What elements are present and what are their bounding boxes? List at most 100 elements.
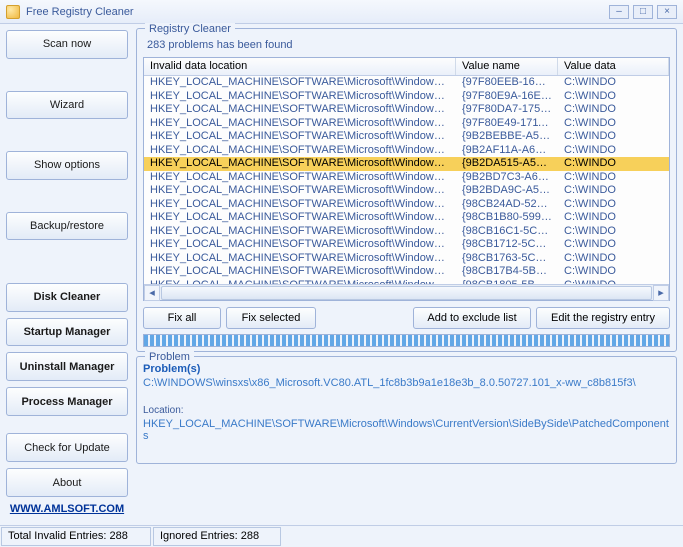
group-title: Registry Cleaner [145,23,235,35]
cell-valuename: {98CB16C1-5C55-D... [456,225,558,239]
edit-entry-button[interactable]: Edit the registry entry [536,307,670,329]
list-body[interactable]: HKEY_LOCAL_MACHINE\SOFTWARE\Microsoft\Wi… [144,76,669,284]
problem-group-title: Problem [145,351,194,363]
statusbar: Total Invalid Entries: 288 Ignored Entri… [0,525,683,547]
status-total: Total Invalid Entries: 288 [1,527,151,546]
cell-location: HKEY_LOCAL_MACHINE\SOFTWARE\Microsoft\Wi… [144,90,456,104]
cell-valuename: {98CB24AD-52FB-D... [456,198,558,212]
window-title: Free Registry Cleaner [26,6,605,18]
cell-valuedata: C:\WINDO [558,225,669,239]
cell-valuename: {98CB1712-5C31-D... [456,238,558,252]
cell-valuedata: C:\WINDO [558,211,669,225]
about-button[interactable]: About [6,468,128,497]
progress-bar [143,334,670,347]
col-valuedata[interactable]: Value data [558,58,669,75]
cell-location: HKEY_LOCAL_MACHINE\SOFTWARE\Microsoft\Wi… [144,225,456,239]
cell-location: HKEY_LOCAL_MACHINE\SOFTWARE\Microsoft\Wi… [144,103,456,117]
cell-valuedata: C:\WINDO [558,103,669,117]
cell-valuename: {97F80DA7-1759-D... [456,103,558,117]
cell-valuename: {98CB1763-5C0D-D... [456,252,558,266]
table-row[interactable]: HKEY_LOCAL_MACHINE\SOFTWARE\Microsoft\Wi… [144,211,669,225]
table-row[interactable]: HKEY_LOCAL_MACHINE\SOFTWARE\Microsoft\Wi… [144,144,669,158]
table-row[interactable]: HKEY_LOCAL_MACHINE\SOFTWARE\Microsoft\Wi… [144,238,669,252]
wizard-button[interactable]: Wizard [6,91,128,120]
cell-location: HKEY_LOCAL_MACHINE\SOFTWARE\Microsoft\Wi… [144,157,456,171]
cell-valuedata: C:\WINDO [558,144,669,158]
col-valuename[interactable]: Value name [456,58,558,75]
cell-valuedata: C:\WINDO [558,90,669,104]
cell-location: HKEY_LOCAL_MACHINE\SOFTWARE\Microsoft\Wi… [144,144,456,158]
table-row[interactable]: HKEY_LOCAL_MACHINE\SOFTWARE\Microsoft\Wi… [144,225,669,239]
cell-valuename: {9B2BD7C3-A669-1... [456,171,558,185]
cell-valuename: {98CB17B4-5BE9-D... [456,265,558,279]
cell-valuedata: C:\WINDO [558,252,669,266]
table-row[interactable]: HKEY_LOCAL_MACHINE\SOFTWARE\Microsoft\Wi… [144,265,669,279]
cell-location: HKEY_LOCAL_MACHINE\SOFTWARE\Microsoft\Wi… [144,130,456,144]
fix-selected-button[interactable]: Fix selected [226,307,316,329]
cell-location: HKEY_LOCAL_MACHINE\SOFTWARE\Microsoft\Wi… [144,171,456,185]
cell-location: HKEY_LOCAL_MACHINE\SOFTWARE\Microsoft\Wi… [144,211,456,225]
cell-valuedata: C:\WINDO [558,238,669,252]
table-row[interactable]: HKEY_LOCAL_MACHINE\SOFTWARE\Microsoft\Wi… [144,171,669,185]
problem-path: C:\WINDOWS\winsxs\x86_Microsoft.VC80.ATL… [143,377,670,389]
cell-valuename: {9B2BDA9C-A525-1... [456,184,558,198]
table-row[interactable]: HKEY_LOCAL_MACHINE\SOFTWARE\Microsoft\Wi… [144,117,669,131]
fix-all-button[interactable]: Fix all [143,307,221,329]
cell-location: HKEY_LOCAL_MACHINE\SOFTWARE\Microsoft\Wi… [144,76,456,90]
horizontal-scrollbar[interactable]: ◂ ▸ [144,284,669,300]
problem-heading: Problem(s) [143,363,670,375]
cell-valuedata: C:\WINDO [558,184,669,198]
sidebar: Scan now Wizard Show options Backup/rest… [0,24,134,523]
process-manager-button[interactable]: Process Manager [6,387,128,416]
col-location[interactable]: Invalid data location [144,58,456,75]
uninstall-manager-button[interactable]: Uninstall Manager [6,352,128,381]
cell-valuedata: C:\WINDO [558,117,669,131]
table-row[interactable]: HKEY_LOCAL_MACHINE\SOFTWARE\Microsoft\Wi… [144,198,669,212]
app-icon [6,5,20,19]
cell-valuename: {98CB1B80-5997-D... [456,211,558,225]
table-row[interactable]: HKEY_LOCAL_MACHINE\SOFTWARE\Microsoft\Wi… [144,252,669,266]
cell-valuedata: C:\WINDO [558,265,669,279]
scroll-left-icon[interactable]: ◂ [144,285,160,301]
scroll-thumb[interactable] [161,286,652,300]
cell-location: HKEY_LOCAL_MACHINE\SOFTWARE\Microsoft\Wi… [144,184,456,198]
cell-valuename: {97F80E9A-16ED-D... [456,90,558,104]
cell-valuename: {97F80E49-1711-D... [456,117,558,131]
problem-group: Problem Problem(s) C:\WINDOWS\winsxs\x86… [136,356,677,464]
table-row[interactable]: HKEY_LOCAL_MACHINE\SOFTWARE\Microsoft\Wi… [144,76,669,90]
website-link[interactable]: WWW.AMLSOFT.COM [6,503,128,515]
add-exclude-button[interactable]: Add to exclude list [413,307,531,329]
scroll-right-icon[interactable]: ▸ [653,285,669,301]
table-row[interactable]: HKEY_LOCAL_MACHINE\SOFTWARE\Microsoft\Wi… [144,90,669,104]
results-list: Invalid data location Value name Value d… [143,57,670,301]
close-button[interactable]: × [657,5,677,19]
cell-valuedata: C:\WINDO [558,171,669,185]
disk-cleaner-button[interactable]: Disk Cleaner [6,283,128,312]
check-update-button[interactable]: Check for Update [6,433,128,462]
cell-valuename: {97F80EEB-16C9-D... [456,76,558,90]
cell-valuedata: C:\WINDO [558,130,669,144]
cell-valuename: {9B2AF11A-A683-1... [456,144,558,158]
cell-valuename: {9B2DA515-A5D5-1... [456,157,558,171]
status-text: 283 problems has been found [147,39,670,51]
registry-cleaner-group: Registry Cleaner 283 problems has been f… [136,28,677,352]
table-row[interactable]: HKEY_LOCAL_MACHINE\SOFTWARE\Microsoft\Wi… [144,184,669,198]
problem-location-label: Location: [143,405,670,416]
cell-location: HKEY_LOCAL_MACHINE\SOFTWARE\Microsoft\Wi… [144,198,456,212]
backup-restore-button[interactable]: Backup/restore [6,212,128,241]
table-row[interactable]: HKEY_LOCAL_MACHINE\SOFTWARE\Microsoft\Wi… [144,103,669,117]
maximize-button[interactable]: □ [633,5,653,19]
table-row[interactable]: HKEY_LOCAL_MACHINE\SOFTWARE\Microsoft\Wi… [144,157,669,171]
table-row[interactable]: HKEY_LOCAL_MACHINE\SOFTWARE\Microsoft\Wi… [144,130,669,144]
startup-manager-button[interactable]: Startup Manager [6,318,128,347]
cell-valuedata: C:\WINDO [558,76,669,90]
cell-location: HKEY_LOCAL_MACHINE\SOFTWARE\Microsoft\Wi… [144,265,456,279]
list-header: Invalid data location Value name Value d… [144,58,669,76]
show-options-button[interactable]: Show options [6,151,128,180]
status-ignored: Ignored Entries: 288 [153,527,281,546]
cell-valuedata: C:\WINDO [558,157,669,171]
minimize-button[interactable]: – [609,5,629,19]
titlebar: Free Registry Cleaner – □ × [0,0,683,24]
scan-now-button[interactable]: Scan now [6,30,128,59]
cell-location: HKEY_LOCAL_MACHINE\SOFTWARE\Microsoft\Wi… [144,117,456,131]
